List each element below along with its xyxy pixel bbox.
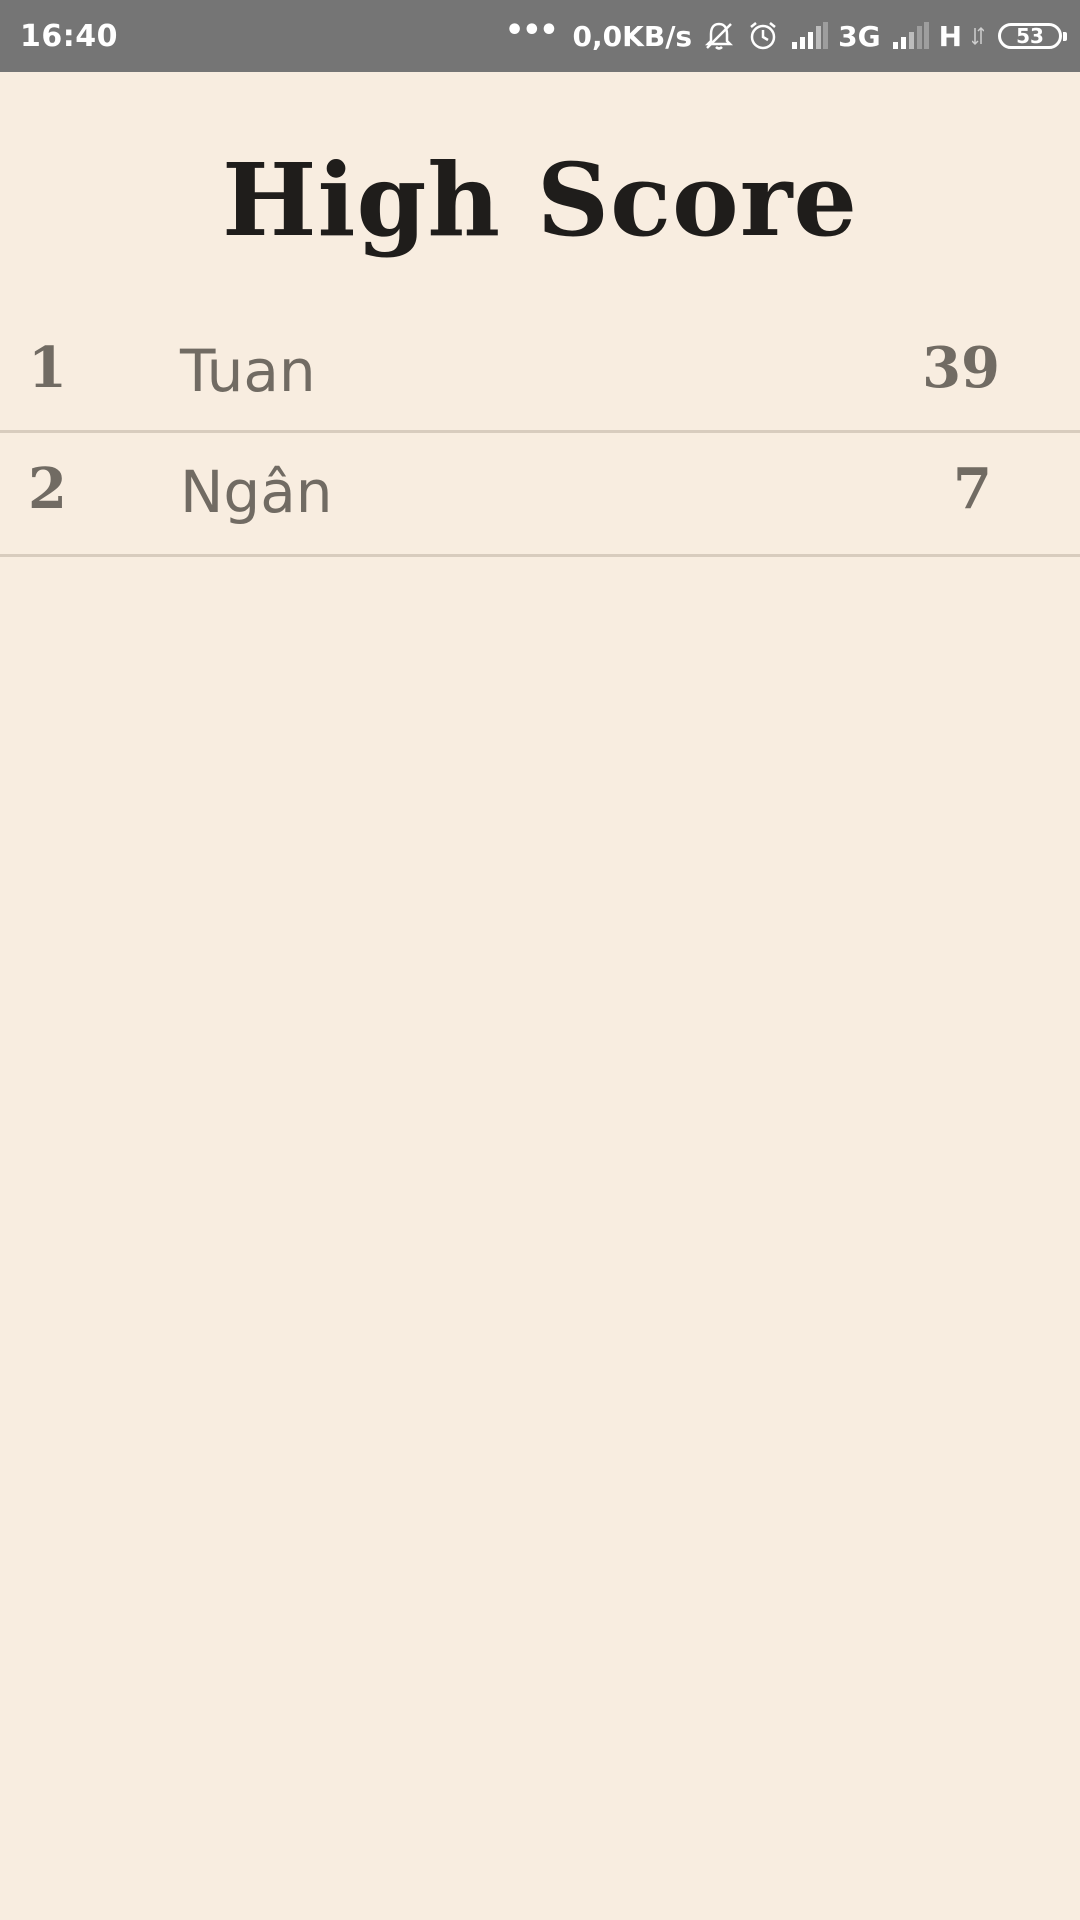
more-notifications-icon: ••• [505,12,559,48]
network-speed: 0,0KB/s [572,19,693,53]
battery-level: 53 [1016,24,1044,48]
signal-icon [790,22,829,50]
high-score-list: 1 Tuan 39 2 Ngân 7 [0,312,1080,557]
player-name: Ngân [180,458,333,526]
battery-tip [1063,32,1067,41]
silent-notification-icon [702,19,736,53]
battery-icon: 53 [998,23,1067,49]
signal-icon [891,22,929,50]
score-value: 7 [953,456,992,522]
network-type-h: H [938,19,962,53]
status-bar: 16:40 ••• 0,0KB/s 3G H 53 [0,0,1080,72]
alarm-icon [746,19,780,53]
score-row: 2 Ngân 7 [0,433,1080,557]
data-arrows-icon [972,26,984,46]
status-time: 16:40 [20,18,118,54]
player-name: Tuan [180,337,316,405]
status-icons: ••• 0,0KB/s 3G H 53 [505,13,1067,54]
score-rank: 1 [28,335,67,401]
score-rank: 2 [28,456,67,522]
page-title: High Score [221,141,859,259]
score-row: 1 Tuan 39 [0,312,1080,433]
score-value: 39 [922,335,1000,401]
network-type-3g: 3G [838,19,881,53]
